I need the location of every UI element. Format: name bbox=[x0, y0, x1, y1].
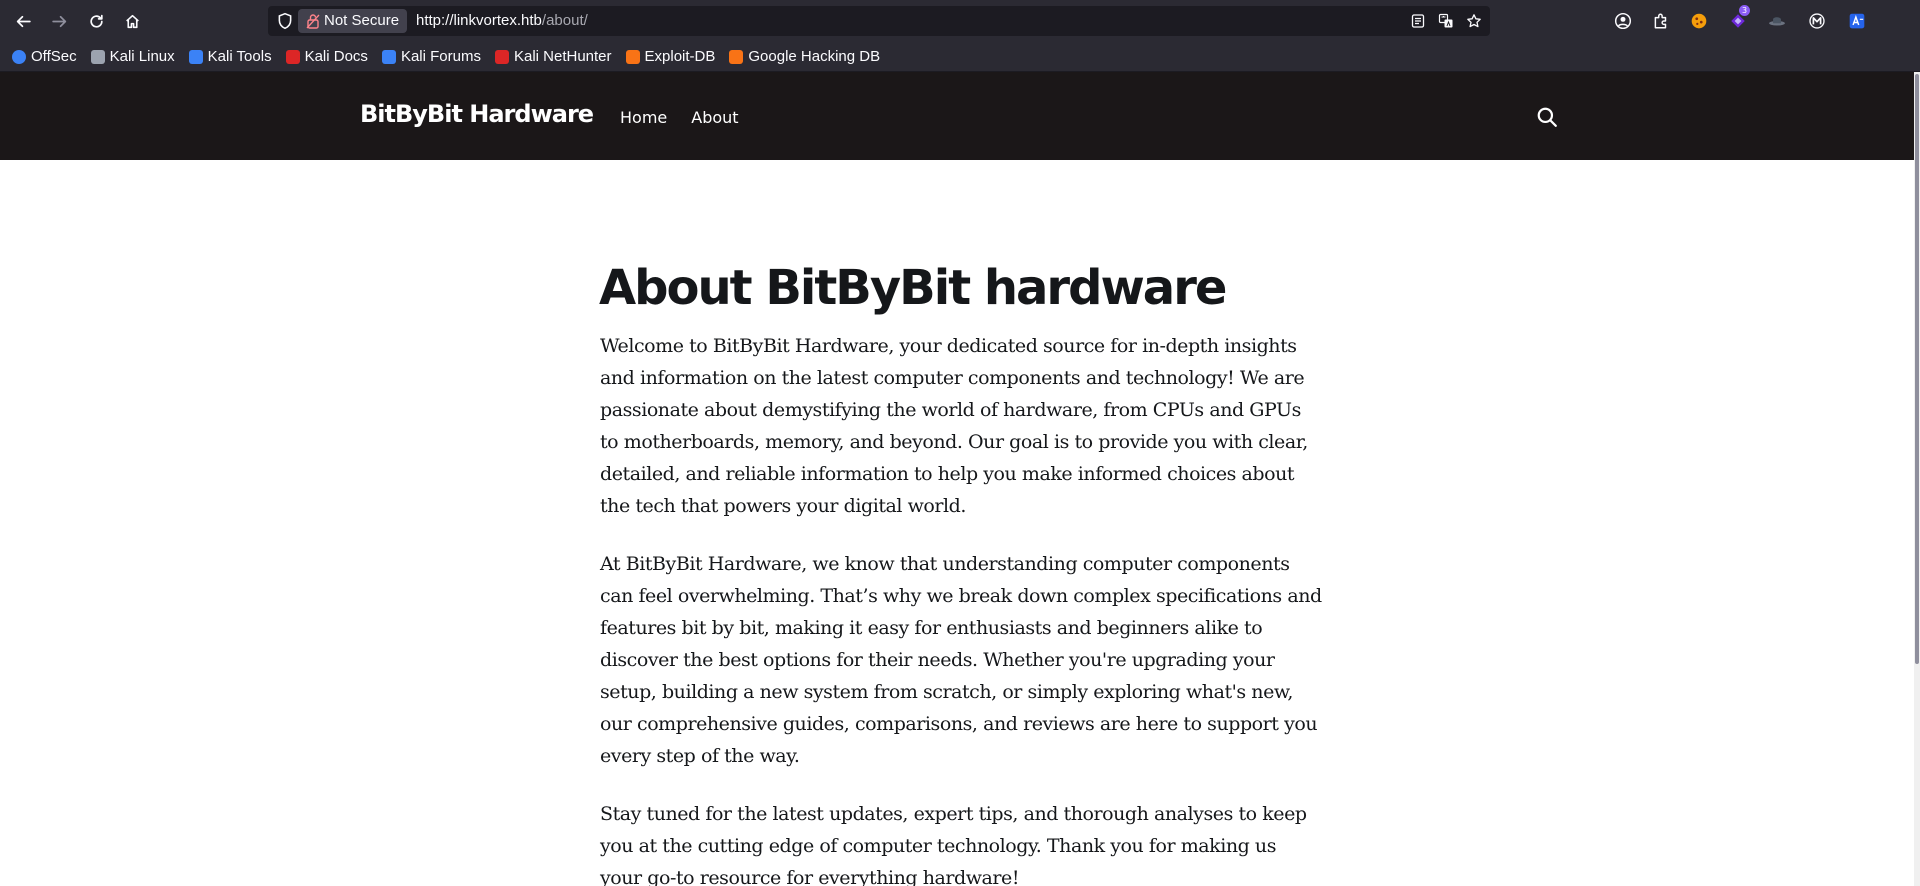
url-bar[interactable]: Not Secure http://linkvortex.htb/about/ bbox=[268, 6, 1490, 36]
url-bar-actions bbox=[1408, 11, 1484, 31]
extension-hat-button[interactable] bbox=[1766, 10, 1788, 32]
nav-about-link[interactable]: About bbox=[691, 108, 738, 127]
hat-icon bbox=[1769, 17, 1785, 26]
translate-a-icon bbox=[1849, 13, 1865, 29]
bookmark-label: Kali Forums bbox=[400, 48, 481, 65]
extension-wappalyzer-button[interactable]: 3 bbox=[1727, 5, 1750, 32]
bookmark-label: Kali Docs bbox=[304, 48, 368, 65]
extension-m-button[interactable] bbox=[1806, 10, 1828, 32]
reload-icon bbox=[89, 14, 103, 28]
browser-toolbar: Not Secure http://linkvortex.htb/about/ … bbox=[0, 0, 1920, 42]
kali-tools-icon bbox=[188, 49, 203, 64]
broken-lock-icon bbox=[306, 14, 320, 29]
page-scrollbar[interactable] bbox=[1914, 72, 1920, 886]
bookmark-offsec[interactable]: OffSec bbox=[12, 48, 77, 65]
m-circle-icon bbox=[1809, 13, 1825, 29]
kali-docs-icon bbox=[285, 49, 300, 64]
back-button[interactable] bbox=[11, 9, 35, 33]
extensions-button[interactable] bbox=[1650, 10, 1672, 32]
article-paragraph: Stay tuned for the latest updates, exper… bbox=[600, 803, 1307, 886]
extension-translate-button[interactable] bbox=[1846, 10, 1868, 32]
reader-view-button[interactable] bbox=[1408, 11, 1428, 31]
article: About BitByBit hardware Welcome to BitBy… bbox=[599, 260, 1322, 886]
page-title: About BitByBit hardware bbox=[599, 260, 1227, 316]
article-paragraph: At BitByBit Hardware, we know that under… bbox=[600, 553, 1322, 767]
shield-icon[interactable] bbox=[276, 12, 294, 30]
kali-forums-icon bbox=[381, 49, 396, 64]
offsec-icon bbox=[12, 49, 26, 64]
kali-dragon-icon bbox=[90, 49, 105, 64]
arrow-left-icon bbox=[16, 15, 31, 27]
bookmark-kali-nethunter[interactable]: Kali NetHunter bbox=[494, 48, 612, 65]
bookmark-star-button[interactable] bbox=[1464, 11, 1484, 31]
arrow-right-icon bbox=[51, 15, 66, 27]
bookmark-google-hacking-db[interactable]: Google Hacking DB bbox=[729, 48, 880, 65]
cookie-icon bbox=[1691, 13, 1707, 29]
translate-button[interactable] bbox=[1436, 11, 1456, 31]
puzzle-icon bbox=[1654, 13, 1667, 29]
bookmark-label: Exploit-DB bbox=[644, 48, 716, 65]
site-nav: Home About bbox=[620, 108, 739, 127]
reload-button[interactable] bbox=[84, 9, 108, 33]
bookmark-label: Kali NetHunter bbox=[513, 48, 612, 65]
bookmark-label: OffSec bbox=[31, 48, 77, 65]
nav-home-link[interactable]: Home bbox=[620, 108, 667, 127]
site-logo[interactable]: BitByBit Hardware bbox=[360, 100, 594, 128]
ghdb-icon bbox=[729, 49, 744, 64]
exploit-db-icon bbox=[625, 49, 640, 64]
forward-button[interactable] bbox=[47, 9, 71, 33]
reader-view-icon bbox=[1411, 14, 1425, 28]
scrollbar-thumb[interactable] bbox=[1915, 74, 1919, 664]
extension-badge: 3 bbox=[1739, 5, 1750, 16]
home-icon bbox=[125, 14, 139, 28]
not-secure-label: Not Secure bbox=[324, 12, 400, 29]
bookmark-exploit-db[interactable]: Exploit-DB bbox=[625, 48, 716, 65]
search-icon[interactable] bbox=[1536, 106, 1558, 128]
bookmark-label: Kali Tools bbox=[207, 48, 272, 65]
bookmark-label: Kali Linux bbox=[109, 48, 175, 65]
bookmark-kali-tools[interactable]: Kali Tools bbox=[188, 48, 272, 65]
bookmark-kali-docs[interactable]: Kali Docs bbox=[285, 48, 368, 65]
url-path: /about/ bbox=[541, 12, 588, 29]
site-header: BitByBit Hardware Home About bbox=[0, 72, 1920, 160]
nethunter-icon bbox=[494, 49, 509, 64]
star-icon bbox=[1467, 14, 1481, 28]
bookmark-label: Google Hacking DB bbox=[748, 48, 881, 65]
article-paragraph: Welcome to BitByBit Hardware, your dedic… bbox=[600, 335, 1308, 517]
account-icon bbox=[1614, 12, 1632, 30]
web-page: BitByBit Hardware Home About About BitBy… bbox=[0, 72, 1920, 886]
bookmark-kali-linux[interactable]: Kali Linux bbox=[90, 48, 175, 65]
url-text[interactable]: http://linkvortex.htb/about/ bbox=[416, 6, 588, 36]
extension-cookie-button[interactable] bbox=[1688, 10, 1710, 32]
translate-icon bbox=[1438, 13, 1453, 28]
bookmarks-bar: OffSec Kali Linux Kali Tools Kali Docs K… bbox=[0, 42, 1920, 72]
not-secure-badge[interactable]: Not Secure bbox=[298, 9, 408, 33]
account-button[interactable] bbox=[1612, 10, 1634, 32]
url-host: http://linkvortex.htb bbox=[416, 12, 542, 29]
bookmark-kali-forums[interactable]: Kali Forums bbox=[381, 48, 481, 65]
home-button[interactable] bbox=[120, 9, 144, 33]
